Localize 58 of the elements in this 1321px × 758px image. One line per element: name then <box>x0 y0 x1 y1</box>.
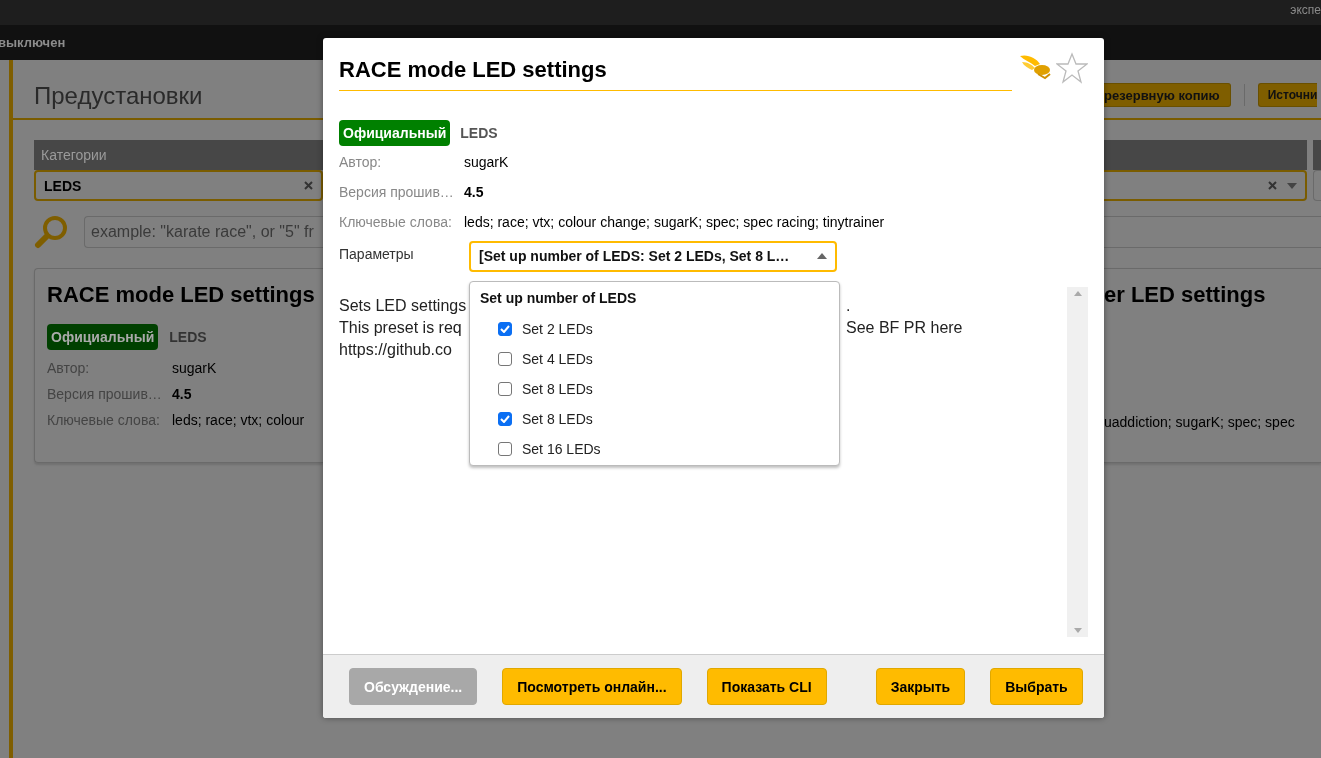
dropdown-header: Set up number of LEDS <box>480 290 638 308</box>
search-icon <box>34 214 70 250</box>
field-label: Ключевые слова: <box>339 214 453 230</box>
official-badge: Официальный <box>339 120 451 146</box>
field-value: sugarK <box>172 360 217 376</box>
star-icon[interactable] <box>1056 52 1088 84</box>
option-label[interactable]: Set 8 LEDs <box>522 411 593 427</box>
field-label: Автор: <box>47 360 91 376</box>
preset-card[interactable]: RACE mode LED settings Официальный LEDS Автор: sugarK Версия прошив… 4.5 Ключевые слова: leds; race; vtx; colour <box>34 268 323 463</box>
card-title: er LED settings <box>1104 282 1267 308</box>
category-label: LEDS <box>460 125 498 141</box>
caret-icon <box>1287 182 1297 189</box>
field-value: sugarK <box>464 154 509 170</box>
option-label[interactable]: Set 4 LEDs <box>522 351 593 367</box>
field-value: 4.5 <box>464 184 484 200</box>
dialog-button[interactable]: Выбрать <box>990 668 1083 705</box>
option-label[interactable]: Set 16 LEDs <box>522 441 601 457</box>
parameters-label: Параметры <box>339 246 415 262</box>
clear-icon[interactable] <box>1268 181 1277 190</box>
checkbox[interactable] <box>498 412 512 426</box>
checkbox[interactable] <box>498 382 512 396</box>
field-value: leds; race; vtx; colour change; sugarK; spec; spec racing; tinytrainer <box>464 214 885 230</box>
field-label: Автор: <box>339 154 383 170</box>
search-field[interactable]: example: "karate race", or "5" fr <box>84 216 323 248</box>
field-label: Ключевые слова: <box>47 412 161 428</box>
field-label: Версия прошив… <box>47 386 163 402</box>
dialog-button[interactable]: Закрыть <box>875 668 966 705</box>
dialog-button[interactable]: Показать CLI <box>706 668 827 705</box>
field-value: uaddiction; sugarK; spec; spec <box>1104 414 1296 430</box>
field-value: leds; race; vtx; colour <box>172 412 305 428</box>
option-label[interactable]: Set 2 LEDs <box>522 321 593 337</box>
parameters-select[interactable]: [Set up number of LEDS: Set 2 LEDs, Set 8 L… <box>469 240 837 272</box>
field-label: Версия прошив… <box>339 184 455 200</box>
top-bar-text: экспе <box>1290 2 1321 17</box>
description-text: https://github.co <box>339 340 453 360</box>
scroll-up-icon[interactable] <box>1073 291 1082 296</box>
card-title: RACE mode LED settings <box>47 282 316 308</box>
checkbox[interactable] <box>498 442 512 456</box>
description-text: . <box>846 296 852 316</box>
checkbox[interactable] <box>498 322 512 336</box>
clear-icon[interactable] <box>304 181 313 190</box>
caret-icon <box>817 253 827 259</box>
category-header <box>1313 140 1321 170</box>
category-select[interactable]: LEDS <box>34 170 323 201</box>
page-title: Предустановки <box>34 82 203 110</box>
field-value: 4.5 <box>172 386 192 402</box>
search-field[interactable] <box>1104 216 1321 248</box>
checkbox[interactable] <box>498 352 512 366</box>
description-text: Sets LED settings <box>339 296 468 316</box>
option-label[interactable]: Set 8 LEDs <box>522 381 593 397</box>
scroll-down-icon[interactable] <box>1073 628 1082 633</box>
description-text: See BF PR here <box>846 318 964 338</box>
official-badge: Официальный <box>47 324 159 350</box>
dialog-title: RACE mode LED settings <box>339 57 1012 91</box>
category-header: Категории <box>34 140 323 170</box>
category-label: LEDS <box>169 329 207 345</box>
description-text: This preset is req <box>339 318 463 338</box>
dialog-button[interactable]: Посмотреть онлайн... <box>502 668 682 705</box>
